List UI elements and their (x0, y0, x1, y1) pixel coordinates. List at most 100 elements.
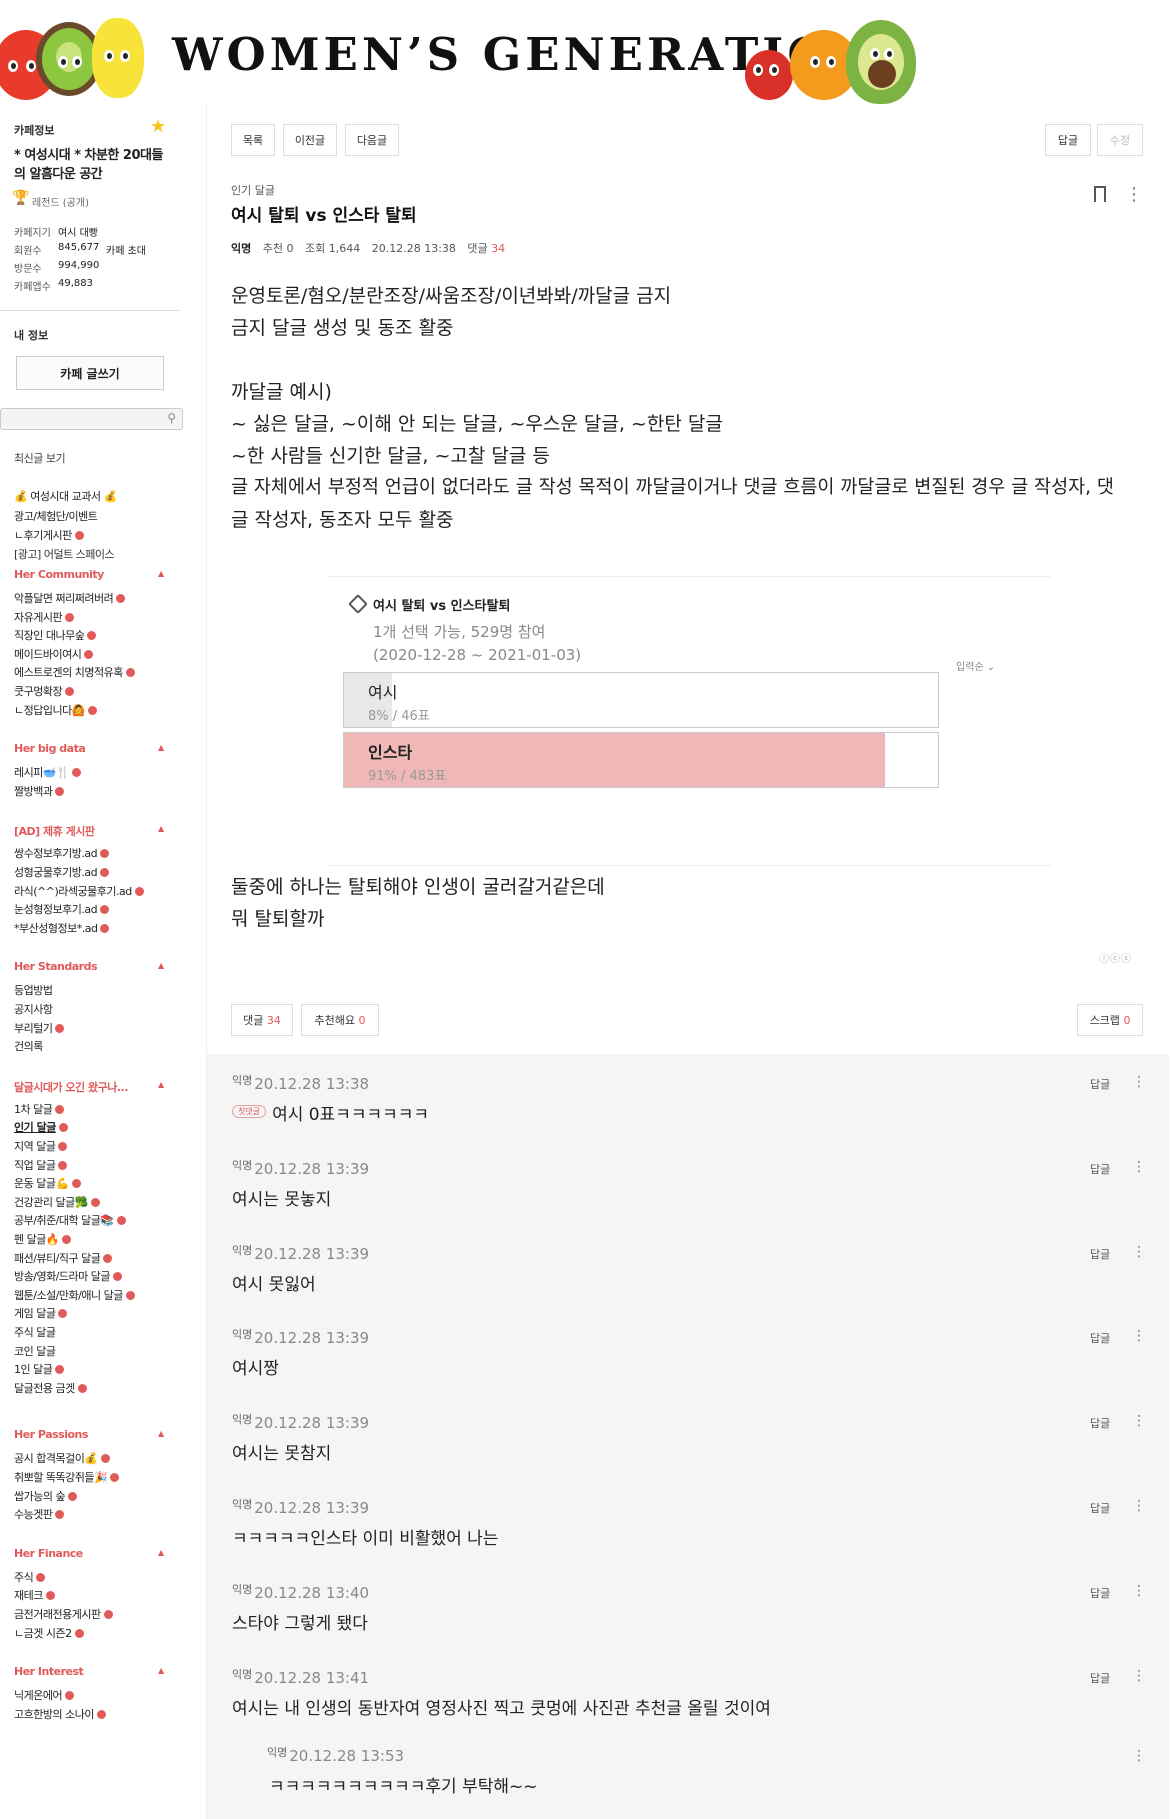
sidebar-menu-item[interactable]: 자유게시판 (14, 609, 75, 625)
sidebar-menu-item[interactable]: 코인 달글 (14, 1343, 56, 1359)
sidebar-menu-item[interactable]: 게임 달글 (14, 1305, 68, 1321)
sidebar-section-title[interactable]: Her Passions (14, 1428, 88, 1441)
search-icon[interactable]: ⚲ (167, 411, 176, 425)
poll-option[interactable]: 인스타 91% / 483표 (343, 732, 939, 788)
recent-posts-link[interactable]: 최신글 보기 (14, 450, 66, 466)
bookmark-icon[interactable] (1094, 186, 1106, 204)
write-post-button[interactable]: 카페 글쓰기 (16, 356, 164, 390)
sidebar-menu-item[interactable]: 공부/취준/대학 달글📚 (14, 1212, 126, 1228)
comments-toggle-button[interactable]: 댓글 34 (231, 1004, 293, 1036)
edit-post-button[interactable]: 수정 (1097, 124, 1143, 156)
comment-more-icon[interactable]: ⋮ (1132, 1498, 1146, 1514)
sidebar-menu-item[interactable]: 등업방법 (14, 982, 53, 998)
comment-more-icon[interactable]: ⋮ (1132, 1748, 1146, 1764)
collapse-caret-icon[interactable]: ▲ (158, 1666, 164, 1675)
collapse-caret-icon[interactable]: ▲ (158, 824, 164, 833)
sidebar-section-title[interactable]: Her Finance (14, 1547, 83, 1560)
comment-more-icon[interactable]: ⋮ (1132, 1074, 1146, 1090)
comment-reply-button[interactable]: 답글 (1090, 1585, 1110, 1601)
comment-author[interactable]: 익명 (232, 1413, 252, 1426)
comment-reply-button[interactable]: 답글 (1090, 1330, 1110, 1346)
post-more-icon[interactable]: ⋮ (1125, 184, 1143, 205)
post-comment-label[interactable]: 댓글 (467, 242, 487, 255)
sidebar-menu-item[interactable]: 공지사항 (14, 1001, 53, 1017)
post-author[interactable]: 익명 (231, 242, 251, 255)
sidebar-menu-item[interactable]: 주식 달글 (14, 1324, 56, 1340)
poll-sort-dropdown[interactable]: 입력순 ⌄ (956, 658, 995, 673)
sidebar-menu-item[interactable]: 악플달면 쩌리쩌려버려 (14, 590, 126, 606)
sidebar-menu-item[interactable]: 쌍수정보후기방.ad (14, 845, 110, 861)
sidebar-menu-item[interactable]: 부리털기 (14, 1020, 65, 1036)
sidebar-menu-item[interactable]: 💰 여성시대 교과서 💰 (14, 488, 117, 504)
sidebar-menu-item[interactable]: [광고] 어덜트 스페이스 (14, 546, 115, 562)
recommend-button[interactable]: 추천해요 0 (301, 1004, 379, 1036)
sidebar-menu-item[interactable]: 금전거래전용게시판 (14, 1606, 113, 1622)
sidebar-menu-item[interactable]: 건강관리 달글🥦 (14, 1194, 100, 1210)
sidebar-menu-item[interactable]: ㄴ금겟 시즌2 (14, 1625, 84, 1641)
sidebar-menu-item[interactable]: 눈성형정보후기.ad (14, 901, 110, 917)
list-button[interactable]: 목록 (231, 124, 275, 156)
sidebar-section-title[interactable]: 달글시대가 오긴 왔구나... (14, 1079, 128, 1095)
sidebar-menu-item[interactable]: 닉게온에어 (14, 1687, 75, 1703)
sidebar-menu-item[interactable]: 에스트로겐의 치명적유혹 (14, 664, 135, 680)
sidebar-menu-item[interactable]: 지역 달글 (14, 1138, 68, 1154)
comment-reply-button[interactable]: 답글 (1090, 1161, 1110, 1177)
comment-author[interactable]: 익명 (232, 1498, 252, 1511)
sidebar-menu-item[interactable]: 달글전용 금겟 (14, 1380, 87, 1396)
invite-link[interactable]: 카페 초대 (106, 242, 146, 257)
comment-more-icon[interactable]: ⋮ (1132, 1413, 1146, 1429)
sidebar-menu-item[interactable]: 인기 달글 (14, 1119, 68, 1135)
cafe-rank-label[interactable]: 레전드 (공개) (32, 194, 89, 209)
favorite-star-icon[interactable]: ★ (150, 116, 166, 137)
comment-more-icon[interactable]: ⋮ (1132, 1159, 1146, 1175)
sidebar-menu-item[interactable]: 1차 달글 (14, 1101, 65, 1117)
comment-reply-button[interactable]: 답글 (1090, 1500, 1110, 1516)
collapse-caret-icon[interactable]: ▲ (158, 569, 164, 578)
comment-author[interactable]: 익명 (232, 1244, 252, 1257)
comment-author[interactable]: 익명 (232, 1328, 252, 1341)
sidebar-menu-item[interactable]: 공시 합격목걸이💰 (14, 1450, 110, 1466)
sidebar-section-title[interactable]: [AD] 제휴 게시판 (14, 823, 95, 839)
sidebar-menu-item[interactable]: 짤방백과 (14, 783, 65, 799)
sidebar-menu-item[interactable]: 취뽀할 똑똑강쥐들🎉 (14, 1469, 120, 1485)
sidebar-menu-item[interactable]: 수능겟판 (14, 1506, 65, 1522)
sidebar-menu-item[interactable]: 운동 달글💪 (14, 1175, 81, 1191)
comment-reply-button[interactable]: 답글 (1090, 1246, 1110, 1262)
sidebar-menu-item[interactable]: 패션/뷰티/직구 달글 (14, 1250, 113, 1266)
comment-more-icon[interactable]: ⋮ (1132, 1328, 1146, 1344)
comment-author[interactable]: 익명 (232, 1074, 252, 1087)
sidebar-section-title[interactable]: Her Standards (14, 960, 98, 973)
sidebar-menu-item[interactable]: 건의록 (14, 1038, 43, 1054)
sidebar-menu-item[interactable]: 성형궁물후기방.ad (14, 864, 110, 880)
sidebar-menu-item[interactable]: 광고/체험단/이벤트 (14, 508, 98, 524)
comment-reply-button[interactable]: 답글 (1090, 1670, 1110, 1686)
poll-option[interactable]: 여시 8% / 46표 (343, 672, 939, 728)
comment-reply-button[interactable]: 답글 (1090, 1415, 1110, 1431)
next-post-button[interactable]: 다음글 (345, 124, 399, 156)
collapse-caret-icon[interactable]: ▲ (158, 961, 164, 970)
sidebar-menu-item[interactable]: 직업 달글 (14, 1157, 68, 1173)
sidebar-menu-item[interactable]: ㄴ후기게시판 (14, 527, 84, 543)
board-name[interactable]: 인기 달글 (231, 182, 275, 198)
sidebar-menu-item[interactable]: 방송/영화/드라마 달글 (14, 1268, 122, 1284)
sidebar-section-title[interactable]: Her Community (14, 568, 104, 581)
comment-author[interactable]: 익명 (267, 1746, 287, 1759)
collapse-caret-icon[interactable]: ▲ (158, 1080, 164, 1089)
comment-more-icon[interactable]: ⋮ (1132, 1668, 1146, 1684)
sidebar-menu-item[interactable]: 메이드바이여시 (14, 646, 94, 662)
comment-more-icon[interactable]: ⋮ (1132, 1244, 1146, 1260)
scrap-button[interactable]: 스크랩 0 (1077, 1004, 1143, 1036)
sidebar-menu-item[interactable]: 웹툰/소설/만화/애니 달글 (14, 1287, 135, 1303)
cafe-search-input[interactable]: ⚲ (0, 408, 183, 430)
sidebar-menu-item[interactable]: 1인 달글 (14, 1361, 65, 1377)
collapse-caret-icon[interactable]: ▲ (158, 1548, 164, 1557)
prev-post-button[interactable]: 이전글 (283, 124, 337, 156)
post-comment-count[interactable]: 34 (491, 242, 505, 255)
collapse-caret-icon[interactable]: ▲ (158, 743, 164, 752)
sidebar-menu-item[interactable]: 펜 달글🔥 (14, 1231, 72, 1247)
comment-reply-button[interactable]: 답글 (1090, 1076, 1110, 1092)
cafe-banner[interactable]: WOMEN’S GENERATION (0, 0, 1170, 104)
sidebar-menu-item[interactable]: *부산성형정보*.ad (14, 920, 110, 936)
sidebar-menu-item[interactable]: 고흐한방의 소나이 (14, 1706, 106, 1722)
sidebar-menu-item[interactable]: 쌉가능의 숲 (14, 1488, 78, 1504)
